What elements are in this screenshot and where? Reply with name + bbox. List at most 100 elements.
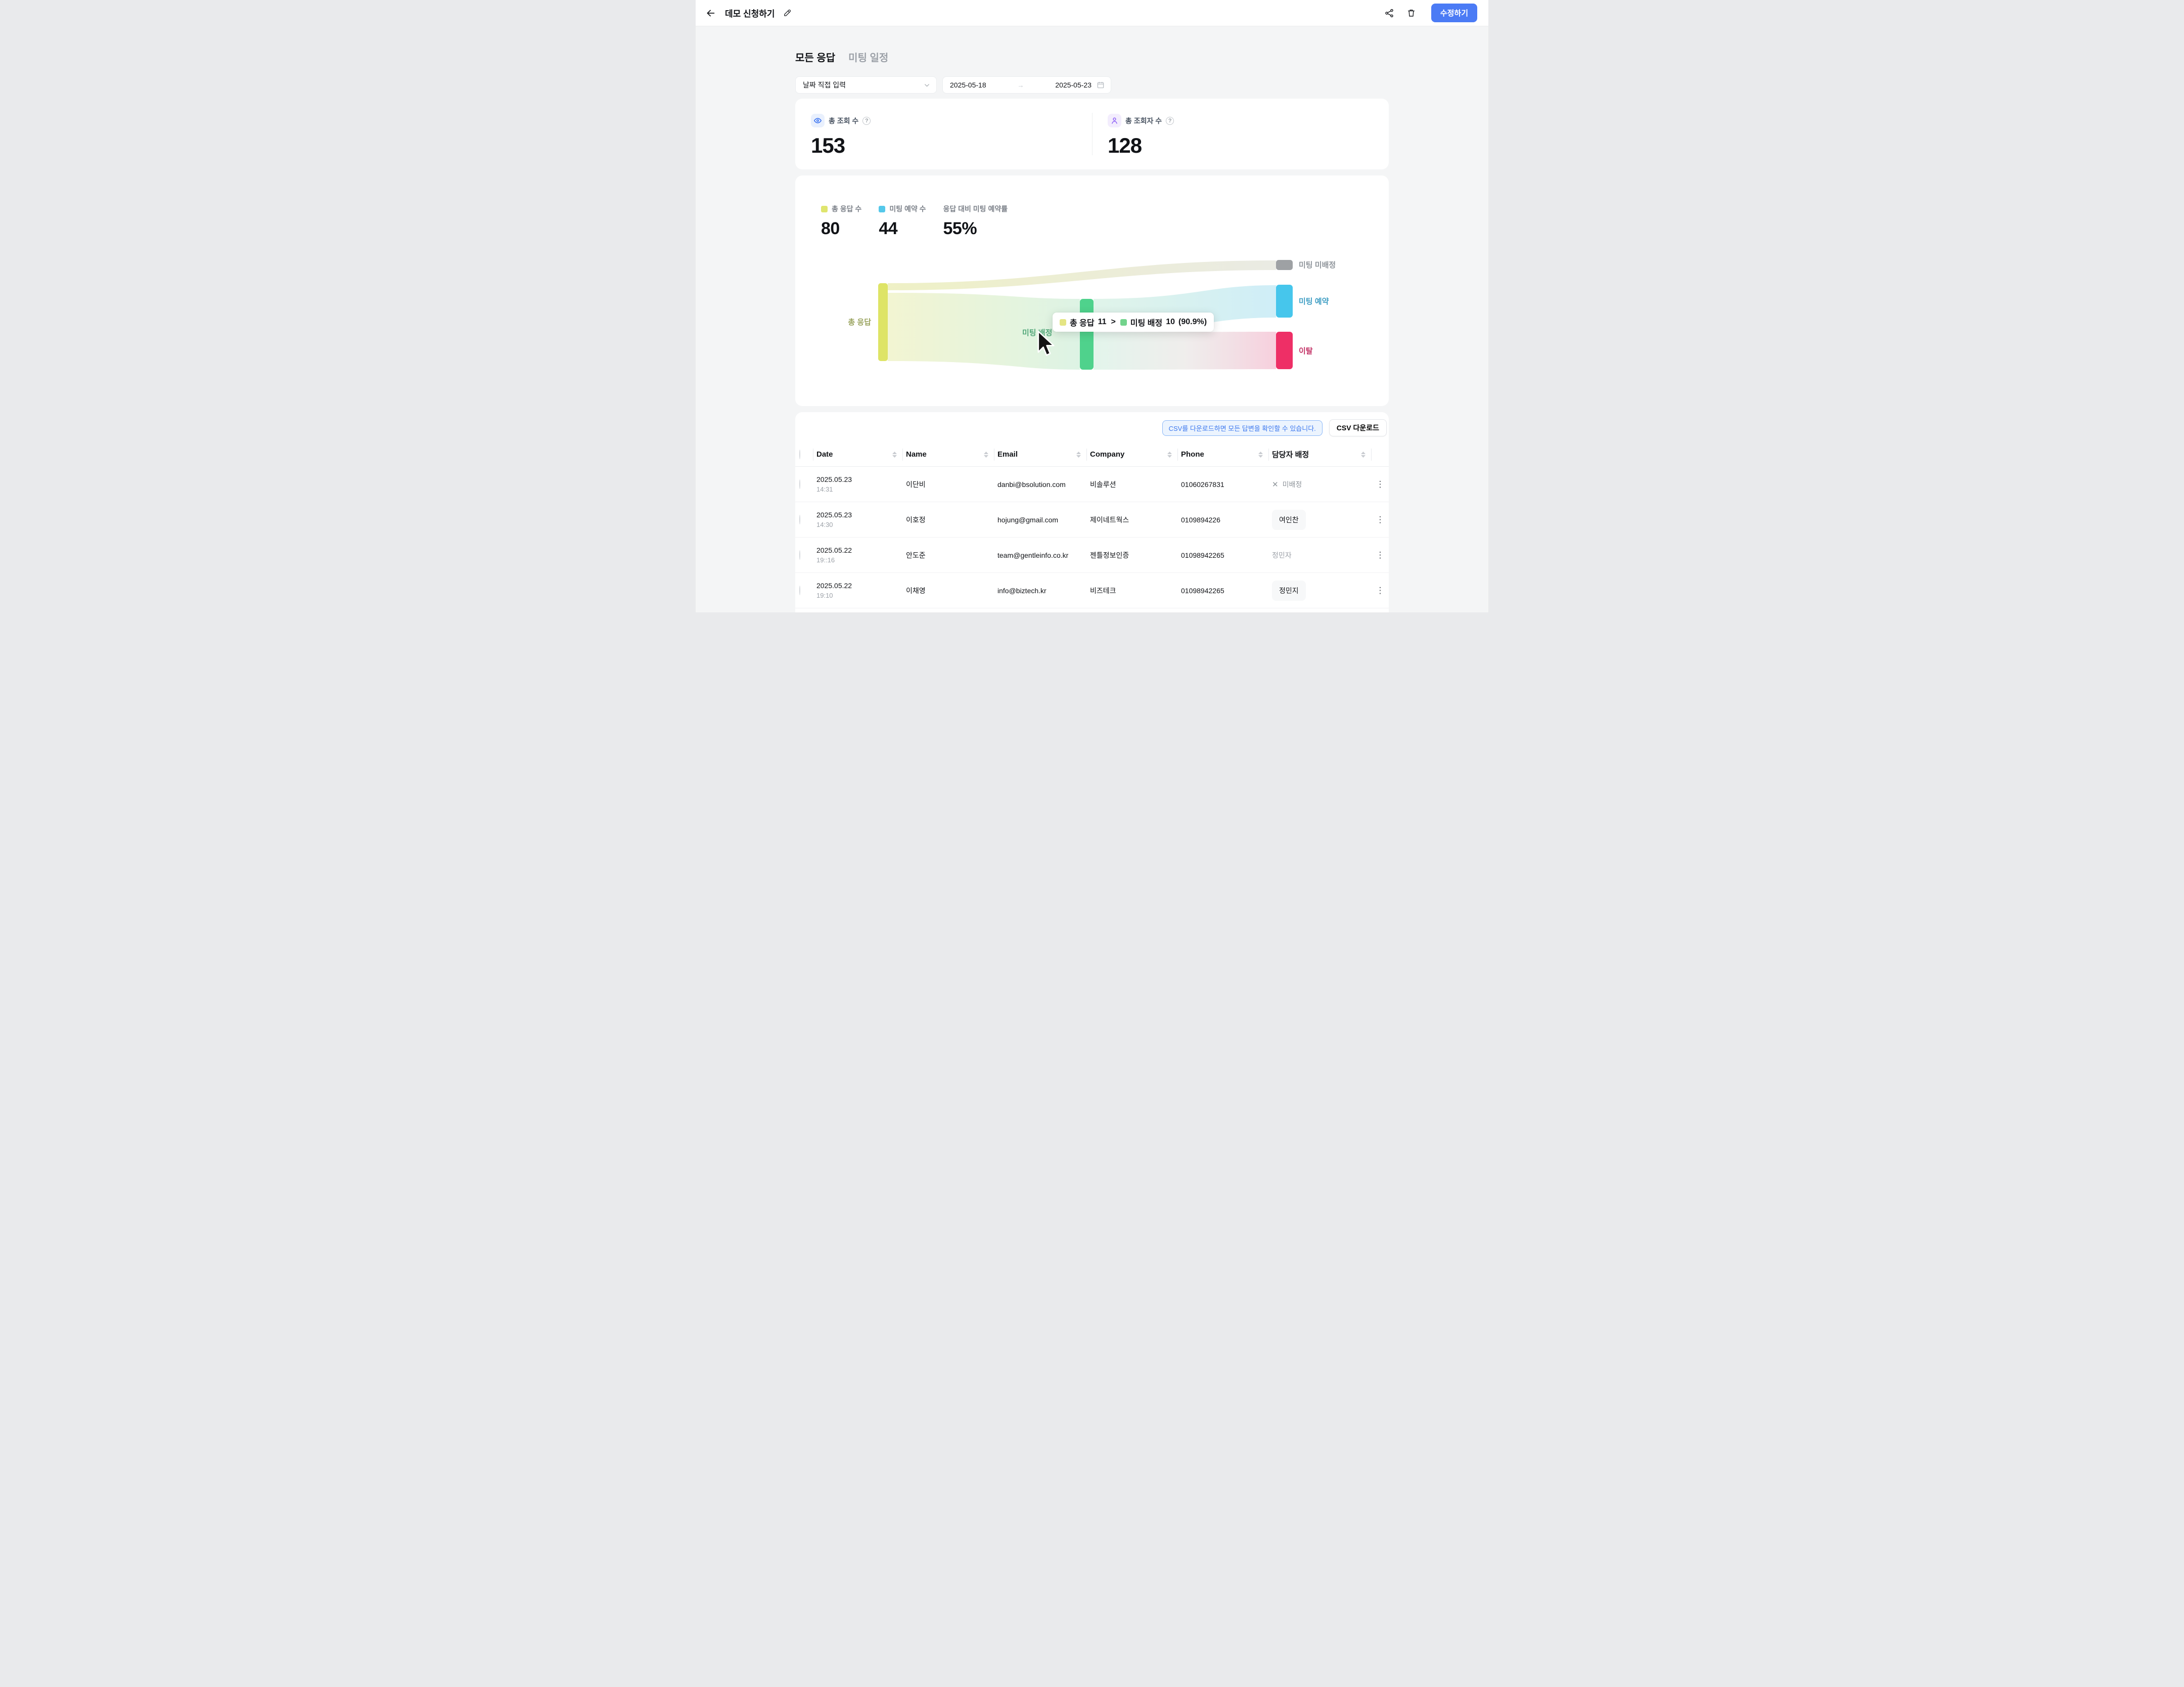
assignee-cell[interactable]: ✕ 정민지 — [1269, 581, 1372, 601]
email-cell: hojung@gmail.com — [994, 516, 1087, 524]
assignee-label: 정민지 — [1272, 581, 1306, 601]
phone-cell: 01060267831 — [1178, 480, 1269, 489]
legend-total-responses: 총 응답 수 80 — [821, 204, 861, 239]
column-header-company[interactable]: Company — [1087, 448, 1178, 461]
company-cell: 젠틀정보인증 — [1087, 550, 1178, 560]
tooltip-source-swatch — [1060, 319, 1066, 326]
stat-value: 128 — [1108, 134, 1389, 158]
page: 데모 신청하기 수정하기 모든 응답 미팅 일정 날짜 직접 입력 — [696, 0, 1488, 612]
funnel-legend: 총 응답 수 80 미팅 예약 수 44 응답 대비 미팅 예약률 55% — [821, 204, 1389, 239]
name-cell: 안도준 — [903, 550, 994, 560]
legend-value: 44 — [879, 219, 926, 239]
phone-cell: 01098942265 — [1178, 551, 1269, 559]
column-header-assignee[interactable]: 담당자 배정 — [1269, 448, 1372, 461]
date-range-end[interactable]: 2025-05-23 — [1055, 81, 1091, 89]
table-header-row: Date Name Email Company Phone — [795, 442, 1389, 467]
stat-total-views: 총 조회 수 ? 153 — [795, 99, 1092, 169]
date-range-picker[interactable]: 2025-05-18 → 2025-05-23 — [942, 76, 1111, 94]
stat-label: 총 조회자 수 — [1125, 116, 1162, 126]
csv-download-button[interactable]: CSV 다운로드 — [1329, 419, 1387, 436]
tooltip-target-value: 10 — [1166, 318, 1175, 327]
tooltip-percent: (90.9%) — [1178, 318, 1207, 327]
calendar-icon[interactable] — [1097, 81, 1105, 89]
edit-form-button[interactable]: 수정하기 — [1431, 4, 1477, 22]
legend-value: 80 — [821, 219, 861, 239]
node-meeting-booked[interactable] — [1276, 285, 1293, 318]
row-menu-button[interactable]: ⋮ — [1372, 550, 1389, 560]
row-menu-button[interactable]: ⋮ — [1372, 586, 1389, 596]
name-cell: 이단비 — [903, 479, 994, 490]
row-menu-button[interactable]: ⋮ — [1372, 479, 1389, 490]
legend-label: 미팅 예약 수 — [889, 204, 926, 214]
date-range-start[interactable]: 2025-05-18 — [950, 81, 986, 89]
assignee-cell[interactable]: ✕ 여인찬 — [1269, 510, 1372, 530]
stat-label: 총 조회 수 — [829, 116, 858, 126]
table-row: 2025.05.22 19:10 이채영 info@biztech.kr 비즈테… — [795, 573, 1389, 608]
help-icon[interactable]: ? — [1166, 117, 1174, 125]
assignee-cell[interactable]: ✕ 미배정 — [1269, 479, 1372, 490]
legend-value: 55% — [943, 219, 1008, 239]
edit-title-button[interactable] — [780, 6, 795, 21]
sort-icon[interactable] — [1361, 452, 1366, 458]
time-label: 19::16 — [816, 556, 903, 564]
link-assigned-to-churn[interactable] — [1094, 332, 1276, 370]
company-cell: 비솔루션 — [1087, 479, 1178, 490]
tooltip-source-value: 11 — [1098, 318, 1107, 327]
sort-icon[interactable] — [984, 452, 988, 458]
page-title: 데모 신청하기 — [725, 7, 775, 19]
time-label: 14:31 — [816, 485, 903, 493]
company-cell: 비즈테크 — [1087, 586, 1178, 596]
tab-meeting-schedule[interactable]: 미팅 일정 — [848, 50, 888, 64]
table-row: 2025.05.23 14:31 이단비 danbi@bsolution.com… — [795, 467, 1389, 502]
date-preset-select[interactable]: 날짜 직접 입력 — [795, 76, 937, 94]
sort-icon[interactable] — [1258, 452, 1263, 458]
eye-icon — [811, 114, 825, 127]
email-cell: info@biztech.kr — [994, 587, 1087, 595]
link-total-to-unassigned[interactable] — [888, 260, 1276, 290]
legend-label: 총 응답 수 — [832, 204, 861, 214]
column-header-date[interactable]: Date — [813, 448, 903, 461]
row-checkbox[interactable] — [799, 479, 800, 489]
responses-table-card: CSV를 다운로드하면 모든 답변을 확인할 수 있습니다. CSV 다운로드 … — [795, 412, 1389, 612]
label-meeting-unassigned: 미팅 미배정 — [1299, 260, 1336, 270]
legend-booking-rate: 응답 대비 미팅 예약률 55% — [943, 204, 1008, 239]
row-checkbox[interactable] — [799, 515, 800, 524]
back-button[interactable] — [704, 6, 718, 20]
node-meeting-assigned[interactable] — [1080, 299, 1094, 370]
chevron-down-icon — [924, 82, 930, 88]
assignee-label: 미배정 — [1283, 479, 1302, 490]
node-meeting-unassigned[interactable] — [1276, 260, 1293, 270]
legend-meeting-booked: 미팅 예약 수 44 — [879, 204, 926, 239]
label-meeting-booked: 미팅 예약 — [1299, 297, 1329, 306]
pencil-icon — [783, 9, 792, 17]
help-icon[interactable]: ? — [862, 117, 871, 125]
column-header-name[interactable]: Name — [903, 448, 994, 461]
assignee-cell[interactable]: ✕ 정민자 — [1269, 550, 1372, 560]
top-bar: 데모 신청하기 수정하기 — [696, 0, 1488, 26]
delete-button[interactable] — [1404, 6, 1419, 21]
csv-notice: CSV를 다운로드하면 모든 답변을 확인할 수 있습니다. — [1162, 420, 1323, 436]
share-button[interactable] — [1382, 6, 1397, 21]
node-total-responses[interactable] — [878, 283, 888, 361]
sort-icon[interactable] — [892, 452, 897, 458]
node-churn[interactable] — [1276, 332, 1293, 369]
tooltip-separator: > — [1111, 318, 1116, 327]
tab-bar: 모든 응답 미팅 일정 — [795, 50, 1389, 64]
meeting-booked-swatch — [879, 206, 885, 212]
email-cell: danbi@bsolution.com — [994, 480, 1087, 489]
select-all-checkbox[interactable] — [799, 450, 800, 459]
row-checkbox[interactable] — [799, 586, 800, 595]
date-cell: 2025.05.23 14:30 — [813, 511, 903, 528]
stat-value: 153 — [811, 134, 1092, 158]
sort-icon[interactable] — [1167, 452, 1172, 458]
sort-icon[interactable] — [1076, 452, 1081, 458]
share-icon — [1384, 8, 1394, 18]
tab-all-responses[interactable]: 모든 응답 — [795, 50, 835, 64]
column-header-phone[interactable]: Phone — [1178, 448, 1269, 461]
time-label: 14:30 — [816, 521, 903, 528]
row-checkbox[interactable] — [799, 550, 800, 560]
row-menu-button[interactable]: ⋮ — [1372, 515, 1389, 525]
views-stats-card: 총 조회 수 ? 153 총 조회자 수 ? 128 — [795, 99, 1389, 169]
company-cell: 제이네트웍스 — [1087, 515, 1178, 525]
column-header-email[interactable]: Email — [994, 448, 1087, 461]
